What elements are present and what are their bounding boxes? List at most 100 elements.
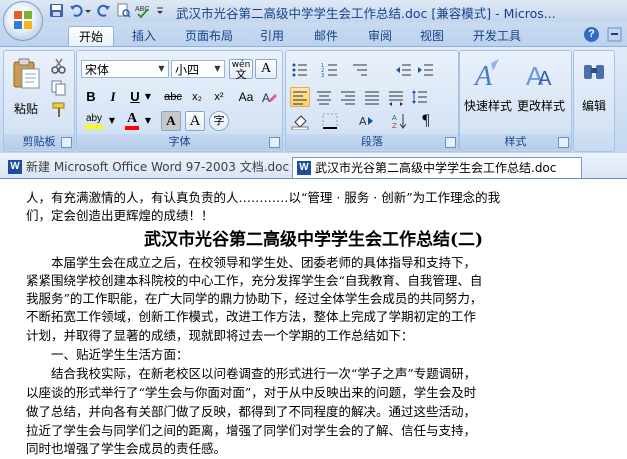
word-doc-icon: W xyxy=(8,160,22,174)
clear-formatting-icon[interactable]: A xyxy=(259,87,279,107)
svg-text:A: A xyxy=(538,68,552,90)
svg-text:A: A xyxy=(359,115,367,128)
font-color-button[interactable]: A xyxy=(121,111,143,131)
doc-tab-new-document[interactable]: W 新建 Microsoft Office Word 97-2003 文档.do… xyxy=(4,157,290,178)
increase-indent-icon[interactable] xyxy=(416,60,436,80)
doc-line: 本届学生会在成立之后，在校领导和学生处、团委老师的具体指导和支持下， xyxy=(26,255,477,270)
superscript-button[interactable]: x² xyxy=(209,87,229,107)
styles-launcher-icon[interactable] xyxy=(558,137,569,148)
svg-text:Z: Z xyxy=(392,122,397,130)
paste-label: 粘贴 xyxy=(13,102,38,116)
character-shading-button[interactable]: A xyxy=(161,111,181,131)
format-painter-icon[interactable] xyxy=(50,101,68,119)
font-name-box[interactable]: 宋体 ▼ xyxy=(81,60,169,78)
doc-line: 们，定会创造出更辉煌的成绩！！ xyxy=(26,208,214,223)
highlight-button[interactable]: aby xyxy=(81,111,107,131)
sort-icon[interactable]: AZ xyxy=(390,111,410,131)
font-launcher-icon[interactable] xyxy=(269,137,280,148)
multilevel-list-icon[interactable] xyxy=(350,60,370,80)
tab-references[interactable]: 引用 xyxy=(252,26,292,46)
customize-qat-icon[interactable] xyxy=(155,3,165,18)
font-color-dropdown-icon[interactable]: ▼ xyxy=(143,111,153,131)
word-doc-icon: W xyxy=(297,161,311,175)
svg-text:A: A xyxy=(473,61,493,91)
paragraph-group: 123 A A Z ¶ 段落 xyxy=(285,50,459,152)
save-icon[interactable] xyxy=(49,3,64,18)
doc-line: 人，有充满激情的人，有认真负责的人…………以“管理 · 服务 · 创新”为工作理… xyxy=(26,190,501,205)
undo-dropdown-icon[interactable] xyxy=(84,3,92,18)
align-center-icon[interactable] xyxy=(314,87,334,107)
svg-text:A: A xyxy=(392,114,397,122)
doc-tab-label: 武汉市光谷第二高级中学学生会工作总结.doc xyxy=(315,161,557,175)
underline-button[interactable]: U xyxy=(125,87,145,107)
italic-button[interactable]: I xyxy=(103,87,123,107)
print-preview-icon[interactable] xyxy=(116,3,131,18)
clipboard-launcher-icon[interactable] xyxy=(61,137,72,148)
asian-layout-icon[interactable]: A xyxy=(356,111,376,131)
tab-page-layout[interactable]: 页面布局 xyxy=(180,26,238,46)
font-group: 宋体 ▼ 小四 ▼ wén 文 A B I U ▼ abc x₂ x² Aa A … xyxy=(76,50,283,152)
bold-button[interactable]: B xyxy=(81,87,101,107)
change-styles-label: 更改样式 xyxy=(516,99,565,113)
paste-icon xyxy=(13,58,40,89)
phonetic-guide-button[interactable]: wén 文 xyxy=(229,59,253,80)
underline-dropdown-icon[interactable]: ▼ xyxy=(143,87,153,107)
minimize-ribbon-icon[interactable] xyxy=(607,27,622,42)
office-button[interactable] xyxy=(3,1,43,41)
subscript-button[interactable]: x₂ xyxy=(187,87,207,107)
tab-mailings[interactable]: 邮件 xyxy=(306,26,346,46)
binoculars-icon xyxy=(584,65,604,79)
borders-icon[interactable] xyxy=(320,111,340,131)
change-case-button[interactable]: Aa xyxy=(233,87,259,107)
copy-icon[interactable] xyxy=(50,79,68,97)
tab-developer[interactable]: 开发工具 xyxy=(466,26,528,46)
doc-line: 一、贴近学生生活方面： xyxy=(26,347,189,362)
distributed-icon[interactable] xyxy=(386,87,406,107)
enclose-characters-button[interactable]: 字 xyxy=(209,111,229,131)
window-title: 武汉市光谷第二高级中学学生会工作总结.doc [兼容模式] - Micros..… xyxy=(176,6,556,21)
document-tab-bar: W 新建 Microsoft Office Word 97-2003 文档.do… xyxy=(0,153,627,179)
font-group-label: 字体 xyxy=(77,134,282,150)
strikethrough-button[interactable]: abc xyxy=(161,87,185,107)
decrease-indent-icon[interactable] xyxy=(394,60,414,80)
tab-insert[interactable]: 插入 xyxy=(124,26,164,46)
tab-review[interactable]: 审阅 xyxy=(360,26,400,46)
font-size-box[interactable]: 小四 ▼ xyxy=(171,60,225,78)
font-name-dropdown-icon[interactable]: ▼ xyxy=(155,61,168,77)
paragraph-launcher-icon[interactable] xyxy=(445,137,456,148)
tab-view[interactable]: 视图 xyxy=(412,26,452,46)
font-color-label: A xyxy=(126,111,138,126)
cut-icon[interactable] xyxy=(50,57,68,75)
shading-icon[interactable] xyxy=(290,111,310,131)
redo-icon[interactable] xyxy=(96,3,111,18)
tab-home[interactable]: 开始 xyxy=(68,26,114,47)
document-body[interactable]: 人，有充满激情的人，有认真负责的人…………以“管理 · 服务 · 创新”为工作理… xyxy=(0,179,627,459)
font-size-value: 小四 xyxy=(175,63,200,77)
highlight-dropdown-icon[interactable]: ▼ xyxy=(107,111,117,131)
character-border-button[interactable]: A xyxy=(255,59,277,79)
bullets-icon[interactable] xyxy=(290,60,310,80)
line-spacing-icon[interactable] xyxy=(410,87,430,107)
doc-tab-label: 新建 Microsoft Office Word 97-2003 文档.doc xyxy=(26,160,290,174)
undo-icon[interactable] xyxy=(69,3,84,18)
show-marks-icon[interactable]: ¶ xyxy=(416,111,436,131)
justify-icon[interactable] xyxy=(362,87,382,107)
editing-label: 编辑 xyxy=(581,99,606,113)
paragraph-group-label: 段落 xyxy=(286,134,458,150)
align-left-icon[interactable] xyxy=(290,87,310,107)
quick-styles-button[interactable]: A 快速样式 xyxy=(462,55,514,117)
doc-tab-active[interactable]: W 武汉市光谷第二高级中学学生会工作总结.doc xyxy=(292,157,582,178)
paste-button[interactable]: 粘贴 xyxy=(6,55,46,117)
doc-line: 紧紧围绕学校创建本科院校的中心工作，充分发挥学生会“自我教育、自我管理、自 xyxy=(26,273,483,288)
numbering-icon[interactable]: 123 xyxy=(320,60,340,80)
spelling-icon[interactable]: ABC xyxy=(135,3,150,19)
align-right-icon[interactable] xyxy=(338,87,358,107)
grow-font-button[interactable]: A xyxy=(185,111,205,131)
font-name-value: 宋体 xyxy=(85,63,110,77)
change-styles-button[interactable]: A A 更改样式 xyxy=(514,55,568,117)
editing-button[interactable]: 编辑 xyxy=(574,55,614,117)
font-size-dropdown-icon[interactable]: ▼ xyxy=(211,61,224,77)
doc-line: 结合我校实际，在新老校区以问卷调查的形式进行一次“学子之声”专题调研， xyxy=(26,366,477,381)
doc-line: 拉近了学生会与同学们之间的距离，增强了同学们对学生会的了解、信任与支持， xyxy=(26,423,477,438)
help-icon[interactable]: ? xyxy=(584,27,599,42)
